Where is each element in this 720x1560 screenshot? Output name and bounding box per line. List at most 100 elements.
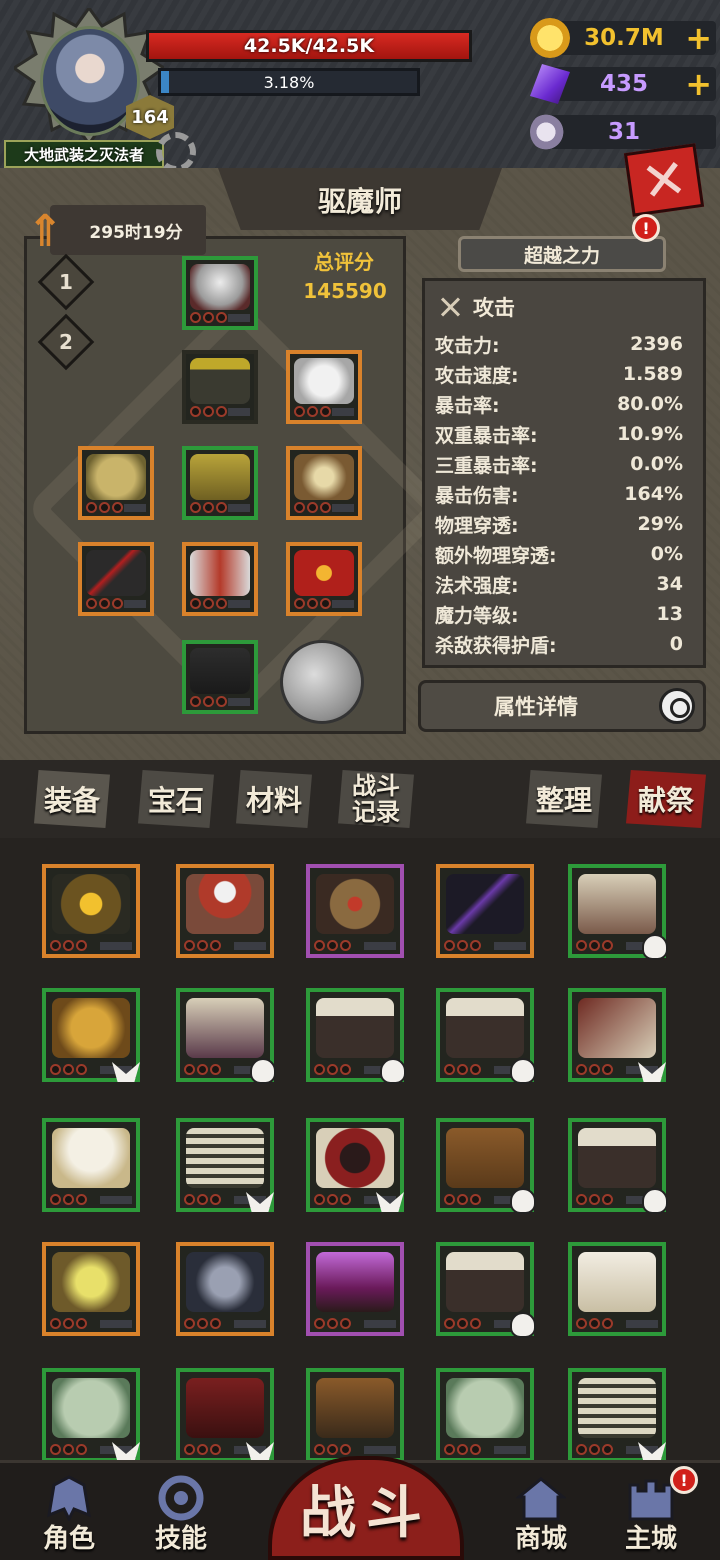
- gloves-icon: [294, 358, 354, 404]
- item-art-icon: [578, 1252, 656, 1312]
- item-bar: [100, 1320, 132, 1328]
- item-art-icon: [316, 1378, 394, 1438]
- inventory-item[interactable]: [568, 1118, 668, 1214]
- inventory-item[interactable]: [42, 864, 140, 958]
- item-sockets: [444, 1444, 481, 1456]
- inventory-item[interactable]: [306, 988, 406, 1084]
- battle-label: 战斗: [300, 1480, 432, 1546]
- loadout-slot-label: 1: [59, 269, 73, 294]
- inventory-item[interactable]: [176, 1242, 274, 1336]
- castle-icon: [628, 1479, 674, 1521]
- inventory-item[interactable]: [436, 988, 536, 1084]
- item-art-icon: [316, 1128, 394, 1188]
- item-sockets: [314, 1444, 351, 1456]
- tab-label: 战斗 记录: [352, 772, 400, 826]
- inventory-item[interactable]: [306, 864, 404, 958]
- close-button[interactable]: ✕: [623, 143, 705, 217]
- belt-icon: [190, 454, 250, 500]
- equip-slot-shoulder[interactable]: [78, 446, 154, 520]
- inventory-item[interactable]: [436, 1118, 536, 1214]
- item-art-icon: [186, 1252, 264, 1312]
- inventory-item[interactable]: [42, 1242, 140, 1336]
- item-sockets: [294, 406, 331, 418]
- inventory-item[interactable]: [436, 1242, 536, 1338]
- item-sockets: [50, 1064, 87, 1076]
- inventory-item[interactable]: [42, 1368, 140, 1460]
- item-sockets: [184, 1064, 221, 1076]
- stat-value: 10.9%: [617, 423, 683, 445]
- gold-value: 30.7M: [584, 25, 664, 51]
- inventory-item[interactable]: [306, 1118, 404, 1212]
- inventory-item[interactable]: [176, 1118, 274, 1212]
- equip-slot-legs[interactable]: [182, 640, 258, 714]
- battle-button[interactable]: 战斗: [268, 1456, 464, 1560]
- item-art-icon: [186, 1378, 264, 1438]
- nav-main-city-label: 主城: [624, 1524, 677, 1554]
- stat-label: 法术强度:: [435, 574, 519, 597]
- equip-slot-amulet[interactable]: [286, 446, 362, 520]
- inventory-item[interactable]: [436, 1368, 534, 1460]
- inventory-item[interactable]: [176, 864, 274, 958]
- sacrifice-button[interactable]: 献祭: [622, 764, 710, 834]
- ascension-timer[interactable]: ⇑ 295时19分: [10, 205, 206, 257]
- skull-icon: [250, 1058, 276, 1084]
- stat-label: 攻击速度:: [435, 364, 519, 387]
- skull-icon: [510, 1058, 536, 1084]
- tab-gems[interactable]: 宝石: [134, 764, 218, 834]
- equip-slot-armor[interactable]: [182, 350, 258, 424]
- nav-shop[interactable]: 商城: [494, 1471, 588, 1559]
- stat-row: 杀敌获得护盾: 0: [435, 629, 683, 659]
- inventory-item[interactable]: [568, 988, 666, 1082]
- add-gold-button[interactable]: +: [685, 18, 712, 58]
- item-art-icon: [316, 998, 394, 1058]
- tab-materials[interactable]: 材料: [232, 764, 316, 834]
- equip-slot-tome[interactable]: [286, 542, 362, 616]
- player-title[interactable]: 大地武装之灭法者: [4, 140, 164, 168]
- transcend-power-button[interactable]: 超越之力: [458, 236, 666, 272]
- item-bar: [332, 408, 354, 416]
- skull-icon: [380, 1058, 406, 1084]
- inventory-item[interactable]: [176, 988, 276, 1084]
- inventory-item[interactable]: [568, 1368, 666, 1460]
- attribute-details-button[interactable]: 属性详情: [418, 680, 706, 732]
- inventory-item[interactable]: [568, 1242, 666, 1336]
- stat-row: 额外物理穿透: 0%: [435, 539, 683, 569]
- item-sockets: [50, 1444, 87, 1456]
- equip-slot-gloves[interactable]: [286, 350, 362, 424]
- item-sockets: [294, 502, 331, 514]
- add-gem-button[interactable]: +: [685, 64, 712, 104]
- inventory-item[interactable]: [306, 1368, 404, 1460]
- item-art-icon: [52, 874, 130, 934]
- equip-slot-weapon[interactable]: [78, 542, 154, 616]
- stat-value: 0: [669, 633, 683, 655]
- stat-label: 双重暴击率:: [435, 424, 538, 447]
- inventory-item[interactable]: [42, 988, 140, 1082]
- nav-character[interactable]: 角色: [22, 1471, 116, 1559]
- item-sockets: [86, 502, 123, 514]
- equip-slot-boots[interactable]: [182, 542, 258, 616]
- ram-skull-icon: [530, 112, 570, 152]
- item-bar: [626, 1320, 658, 1328]
- item-bar: [100, 942, 132, 950]
- gear-icon[interactable]: [156, 132, 196, 172]
- tab-equipment[interactable]: 装备: [30, 764, 114, 834]
- inventory-item[interactable]: [176, 1368, 274, 1460]
- inventory-item[interactable]: [436, 864, 534, 958]
- tab-battle-log[interactable]: 战斗 记录: [334, 764, 418, 834]
- nav-skills[interactable]: 技能: [134, 1471, 228, 1559]
- inventory-item[interactable]: [568, 864, 668, 960]
- amulet-icon: [294, 454, 354, 500]
- equip-slot-helmet[interactable]: [182, 256, 258, 330]
- inventory-item[interactable]: [42, 1118, 140, 1212]
- class-title: 驱魔师: [317, 185, 402, 218]
- equip-slot-belt[interactable]: [182, 446, 258, 520]
- stats-panel[interactable]: 攻击 攻击力: 2396 攻击速度: 1.589 暴击率: 80.0% 双重暴击率: 10.9…: [422, 278, 706, 668]
- item-sockets: [314, 940, 351, 952]
- inventory-item[interactable]: [306, 1242, 404, 1336]
- stat-value: 13: [656, 603, 683, 625]
- item-sockets: [444, 940, 481, 952]
- sort-button[interactable]: 整理: [522, 764, 606, 834]
- item-bar: [234, 1320, 266, 1328]
- empty-seal-slot-icon[interactable]: [280, 640, 364, 724]
- item-art-icon: [578, 1378, 656, 1438]
